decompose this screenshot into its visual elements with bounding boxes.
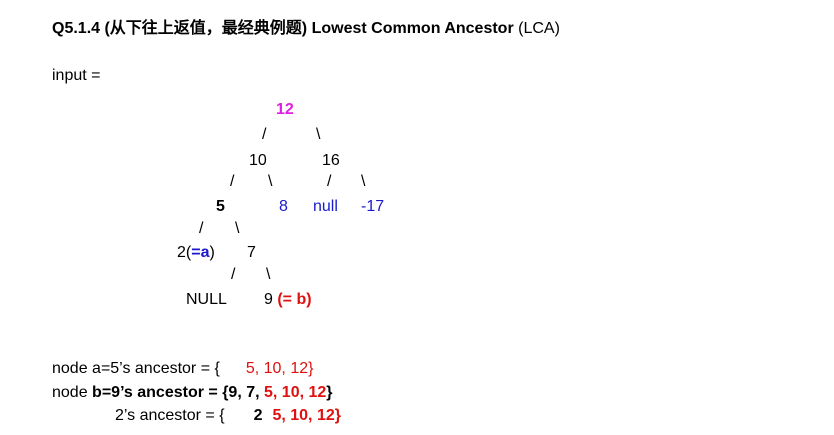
ancestor-line-2: 2’s ancestor = {2 5, 10, 12} — [115, 407, 341, 424]
tree-edge: \ — [235, 220, 240, 237]
tree-edge: / — [327, 173, 332, 190]
page-title: Q5.1.4 (从下往上返值，最经典例题) Lowest Common Ance… — [52, 19, 560, 39]
tree-edge: / — [262, 126, 267, 143]
tree-edge: / — [231, 266, 236, 283]
ancestor-values: 5, 10, 12} — [272, 407, 341, 424]
tree-node-8: 8 — [279, 198, 288, 215]
ancestor-values: 5, 10, 12} — [245, 360, 314, 377]
tree-node-neg17: -17 — [361, 198, 385, 215]
tree-node-null: null — [313, 198, 338, 215]
tree-node-5: 5 — [216, 198, 225, 215]
tree-edge: \ — [316, 126, 321, 143]
ancestor-line-a: node a=5’s ancestor = {5, 10, 12} — [52, 360, 314, 377]
tree-edge: \ — [266, 266, 271, 283]
tree-edge: \ — [361, 173, 366, 190]
tree-node-7: 7 — [247, 244, 256, 261]
tree-node-16: 16 — [322, 152, 340, 169]
title-main: Q5.1.4 (从下往上返值，最经典例题) Lowest Common Ance… — [52, 20, 514, 37]
tag-b: (= b) — [277, 291, 312, 308]
tree-node-10: 10 — [249, 152, 267, 169]
tree-edge: \ — [268, 173, 273, 190]
tag-a: =a — [191, 244, 210, 261]
tree-node-2: 2(=a) — [177, 244, 215, 261]
ancestor-line-b: node b=9’s ancestor = {9, 7, 5, 10, 12} — [52, 384, 333, 401]
title-suffix: (LCA) — [513, 20, 560, 37]
tree-edge: / — [199, 220, 204, 237]
tree-edge: / — [230, 173, 235, 190]
tree-node-9: 9 (= b) — [264, 291, 312, 308]
tree-node-NULL: NULL — [186, 291, 227, 308]
input-label: input = — [52, 67, 101, 84]
ancestor-values: 5, 10, 12 — [264, 384, 327, 401]
tree-root: 12 — [276, 101, 294, 118]
